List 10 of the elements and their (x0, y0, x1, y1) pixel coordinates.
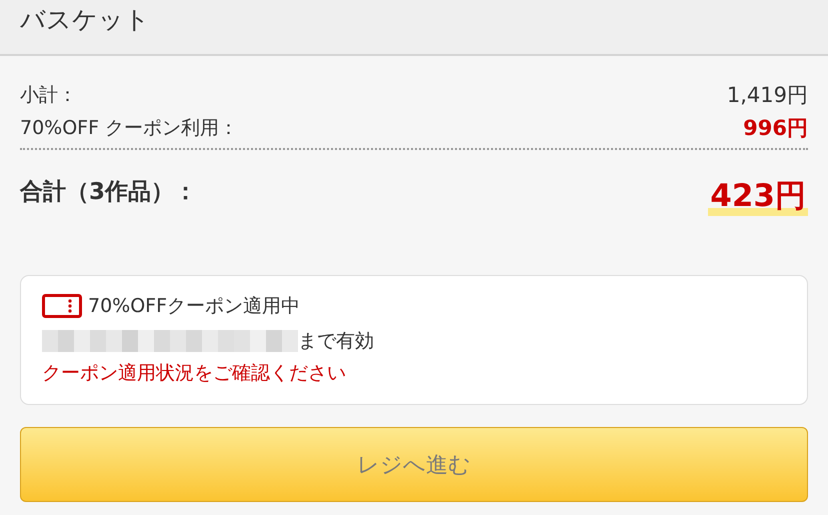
coupon-notice: クーポン適用状況をご確認ください (42, 361, 347, 386)
page-title: バスケット (20, 4, 150, 36)
summary-label: 小計： (20, 82, 77, 108)
summary-label: 70%OFF クーポン利用： (20, 116, 238, 140)
summary-value: 996円 (743, 114, 808, 142)
summary-value: 1,419円 (726, 82, 808, 108)
coupon-title: 70%OFFクーポン適用中 (88, 294, 300, 318)
ticket-icon (42, 294, 82, 318)
total-label: 合計（3作品）： (20, 178, 198, 207)
coupon-validity: まで有効 (298, 328, 374, 354)
